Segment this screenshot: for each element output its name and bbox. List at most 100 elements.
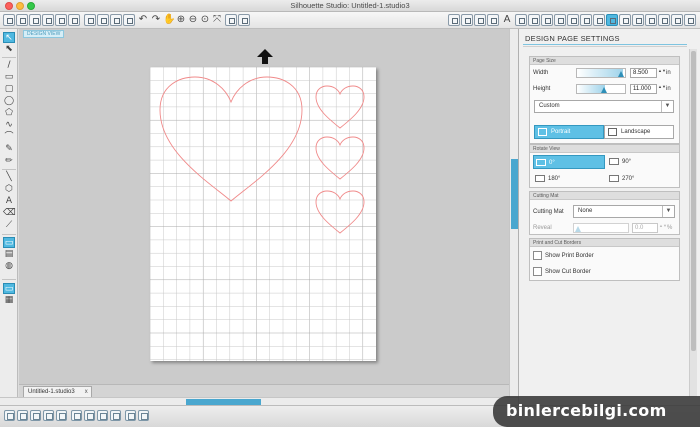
small-heart-shape[interactable]: [315, 190, 365, 234]
grid-settings-icon[interactable]: [448, 14, 460, 26]
chevron-down-icon[interactable]: ▼: [662, 206, 674, 217]
message-icon[interactable]: ▤: [3, 249, 15, 260]
open-file-icon[interactable]: [16, 14, 28, 26]
rectangle-tool-icon[interactable]: ▭: [3, 72, 15, 83]
vertical-scroll-thumb[interactable]: [511, 159, 518, 229]
library-panel-icon[interactable]: [632, 14, 644, 26]
bring-to-front-icon[interactable]: [97, 410, 108, 421]
weld-icon[interactable]: [125, 410, 136, 421]
store-icon[interactable]: [645, 14, 657, 26]
shape-tool-icon[interactable]: ⬡: [3, 184, 15, 195]
send-panel-icon[interactable]: [658, 14, 670, 26]
reveal-slider-knob[interactable]: [575, 226, 581, 232]
send-to-cutter-icon[interactable]: [68, 14, 80, 26]
small-heart-shape[interactable]: [315, 85, 365, 129]
close-tab-icon[interactable]: x: [85, 387, 88, 397]
replicate-icon[interactable]: [528, 14, 540, 26]
sketch-icon[interactable]: [684, 14, 696, 26]
offset-icon[interactable]: [554, 14, 566, 26]
deselect-icon[interactable]: [17, 410, 28, 421]
design-page-settings-icon[interactable]: [606, 14, 618, 26]
width-input[interactable]: 8.500: [630, 68, 657, 78]
new-document-icon[interactable]: [3, 14, 15, 26]
modify-icon[interactable]: [541, 14, 553, 26]
height-input[interactable]: 11.000: [630, 84, 657, 94]
page-setup-icon[interactable]: [580, 14, 592, 26]
duplicate-icon[interactable]: [30, 410, 41, 421]
line-style-icon[interactable]: [461, 14, 473, 26]
select-all-icon[interactable]: [4, 410, 15, 421]
library-icon[interactable]: [29, 14, 41, 26]
text-tool-icon[interactable]: A: [3, 196, 15, 207]
ungroup-icon[interactable]: [56, 410, 67, 421]
reveal-slider[interactable]: [573, 223, 629, 233]
layout-icon[interactable]: ▦: [3, 295, 15, 306]
eyedropper-tool-icon[interactable]: ⟋: [3, 220, 15, 231]
zoom-out-icon[interactable]: ⊖: [187, 13, 199, 27]
large-heart-shape[interactable]: [159, 76, 303, 202]
portrait-button[interactable]: Portrait: [534, 125, 604, 139]
polygon-tool-icon[interactable]: ⬠: [3, 108, 15, 119]
transform-icon[interactable]: [515, 14, 527, 26]
design-canvas[interactable]: DESIGN VIEW: [19, 29, 509, 384]
make-compound-path-icon[interactable]: [71, 410, 82, 421]
drag-zoom-icon[interactable]: ⤧: [211, 13, 223, 27]
rotate-90-button[interactable]: 90°: [607, 155, 677, 169]
canvas-horizontal-scrollbar[interactable]: [0, 397, 520, 405]
width-slider[interactable]: [576, 68, 626, 78]
line-tool-icon[interactable]: /: [3, 60, 15, 71]
reveal-input[interactable]: 0.0: [632, 223, 658, 233]
height-stepper[interactable]: ▲▼: [658, 84, 666, 94]
rotate-180-button[interactable]: 180°: [533, 172, 605, 186]
zoom-in-icon[interactable]: ⊕: [175, 13, 187, 27]
show-cut-border-checkbox[interactable]: [533, 267, 542, 276]
height-slider[interactable]: [576, 84, 626, 94]
width-stepper[interactable]: ▲▼: [658, 68, 666, 78]
trace-icon[interactable]: [567, 14, 579, 26]
fit-to-page-icon[interactable]: [225, 14, 237, 26]
info-icon[interactable]: [138, 410, 149, 421]
delete-icon[interactable]: [123, 14, 135, 26]
freehand-tool-icon[interactable]: ✎: [3, 144, 15, 155]
release-compound-path-icon[interactable]: [84, 410, 95, 421]
knife-tool-icon[interactable]: ╲: [3, 172, 15, 183]
small-heart-shape[interactable]: [315, 136, 365, 180]
design-view-icon[interactable]: ▭: [3, 237, 15, 248]
help-icon[interactable]: [671, 14, 683, 26]
reveal-stepper[interactable]: ▲▼: [659, 223, 667, 233]
chevron-down-icon[interactable]: ▼: [661, 101, 673, 112]
online-store-icon[interactable]: ◍: [3, 261, 15, 272]
height-slider-knob[interactable]: [601, 87, 607, 93]
panel-scrollbar[interactable]: [689, 49, 697, 397]
arc-tool-icon[interactable]: ⌒: [3, 132, 15, 143]
cut-settings-icon[interactable]: [619, 14, 631, 26]
point-edit-tool-icon[interactable]: ⬉: [3, 44, 15, 55]
zoom-select-icon[interactable]: ⊙: [199, 13, 211, 27]
send-to-back-icon[interactable]: [110, 410, 121, 421]
rotate-0-button[interactable]: 0°: [533, 155, 605, 169]
paste-icon[interactable]: [110, 14, 122, 26]
landscape-button[interactable]: Landscape: [604, 125, 674, 139]
text-style-icon[interactable]: A: [501, 13, 513, 27]
save-icon[interactable]: [42, 14, 54, 26]
panel-toggle-icon[interactable]: ▭: [3, 283, 15, 294]
registration-icon[interactable]: [593, 14, 605, 26]
line-color-icon[interactable]: [487, 14, 499, 26]
fit-to-window-icon[interactable]: [238, 14, 250, 26]
cut-icon[interactable]: [84, 14, 96, 26]
undo-icon[interactable]: ↶: [137, 13, 149, 27]
cutting-mat-select[interactable]: None ▼: [573, 205, 675, 218]
fill-color-icon[interactable]: [474, 14, 486, 26]
document-tab[interactable]: Untitled-1.studio3 x: [23, 386, 92, 397]
show-print-border-checkbox[interactable]: [533, 251, 542, 260]
smooth-freehand-tool-icon[interactable]: ✏: [3, 156, 15, 167]
select-tool-icon[interactable]: ↖: [3, 32, 15, 43]
group-icon[interactable]: [43, 410, 54, 421]
canvas-vertical-scrollbar[interactable]: [509, 29, 518, 397]
width-slider-knob[interactable]: [618, 71, 624, 77]
page-size-preset-select[interactable]: Custom ▼: [534, 100, 674, 113]
hand-pan-icon[interactable]: ✋: [163, 13, 175, 27]
curve-tool-icon[interactable]: ∿: [3, 120, 15, 131]
print-icon[interactable]: [55, 14, 67, 26]
rounded-rectangle-tool-icon[interactable]: ▢: [3, 84, 15, 95]
